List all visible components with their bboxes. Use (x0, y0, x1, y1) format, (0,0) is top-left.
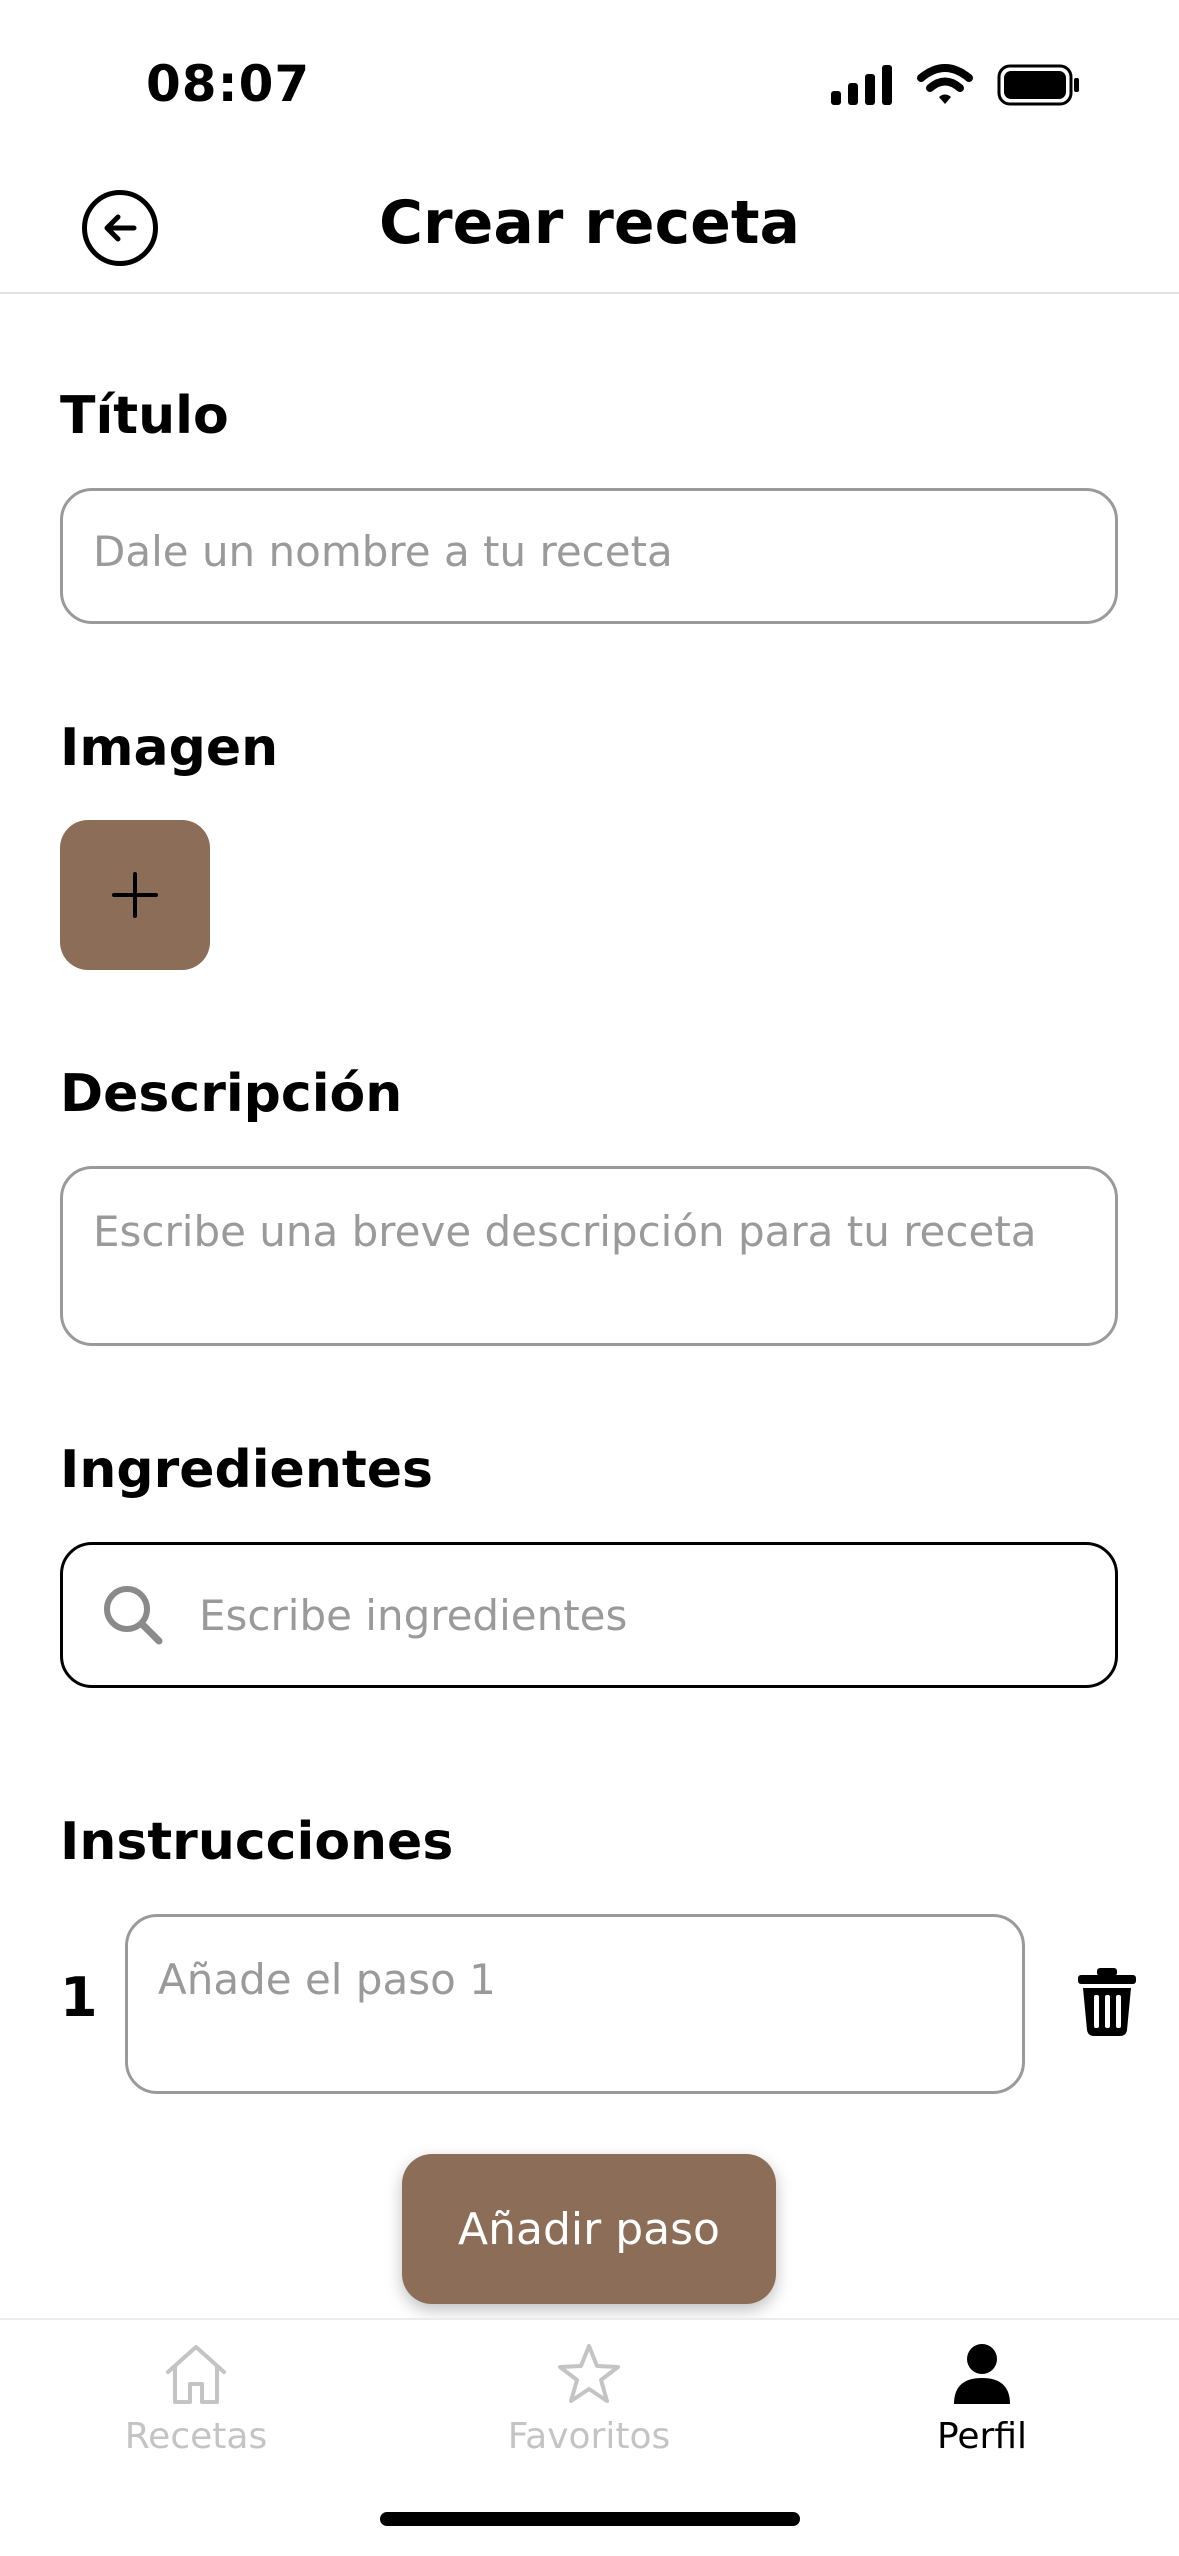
home-indicator (380, 2512, 800, 2526)
image-label: Imagen (60, 718, 279, 778)
title-placeholder: Dale un nombre a tu receta (93, 527, 673, 576)
header: Crear receta (0, 160, 1179, 294)
create-recipe-screen: 08:07 Crear receta Título Dale un nombre… (0, 0, 1179, 2556)
person-icon (954, 2344, 1010, 2404)
plus-icon (112, 872, 158, 918)
add-step-button[interactable]: Añadir paso (402, 2154, 776, 2304)
wifi-icon (917, 64, 973, 104)
ingredients-placeholder: Escribe ingredientes (199, 1591, 628, 1640)
trash-icon[interactable] (1078, 1968, 1136, 2036)
add-image-button[interactable] (60, 820, 210, 970)
description-placeholder: Escribe una breve descripción para tu re… (93, 1207, 1037, 1256)
step-number: 1 (60, 1966, 98, 2029)
status-icons (831, 64, 1081, 106)
title-input[interactable]: Dale un nombre a tu receta (60, 488, 1118, 624)
ingredients-search-input[interactable]: Escribe ingredientes (60, 1542, 1118, 1688)
description-label: Descripción (60, 1064, 403, 1124)
tab-perfil-label: Perfil (936, 2416, 1028, 2457)
title-label: Título (60, 386, 229, 446)
tab-recetas[interactable]: Recetas (66, 2342, 326, 2457)
step-1-input[interactable]: Añade el paso 1 (125, 1914, 1025, 2094)
tab-recetas-label: Recetas (124, 2416, 268, 2457)
step-1-placeholder: Añade el paso 1 (158, 1955, 496, 2004)
tab-favoritos-label: Favoritos (507, 2416, 671, 2457)
tab-perfil[interactable]: Perfil (852, 2342, 1112, 2457)
ingredients-label: Ingredientes (60, 1440, 433, 1500)
battery-icon (997, 64, 1079, 106)
star-icon (558, 2344, 620, 2403)
search-icon (104, 1586, 163, 1645)
cellular-icon (831, 65, 892, 105)
page-title: Crear receta (379, 188, 800, 258)
instructions-label: Instrucciones (60, 1812, 454, 1872)
home-icon (166, 2345, 226, 2404)
tab-favoritos[interactable]: Favoritos (459, 2342, 719, 2457)
status-time: 08:07 (146, 55, 311, 113)
description-input[interactable]: Escribe una breve descripción para tu re… (60, 1166, 1118, 1346)
